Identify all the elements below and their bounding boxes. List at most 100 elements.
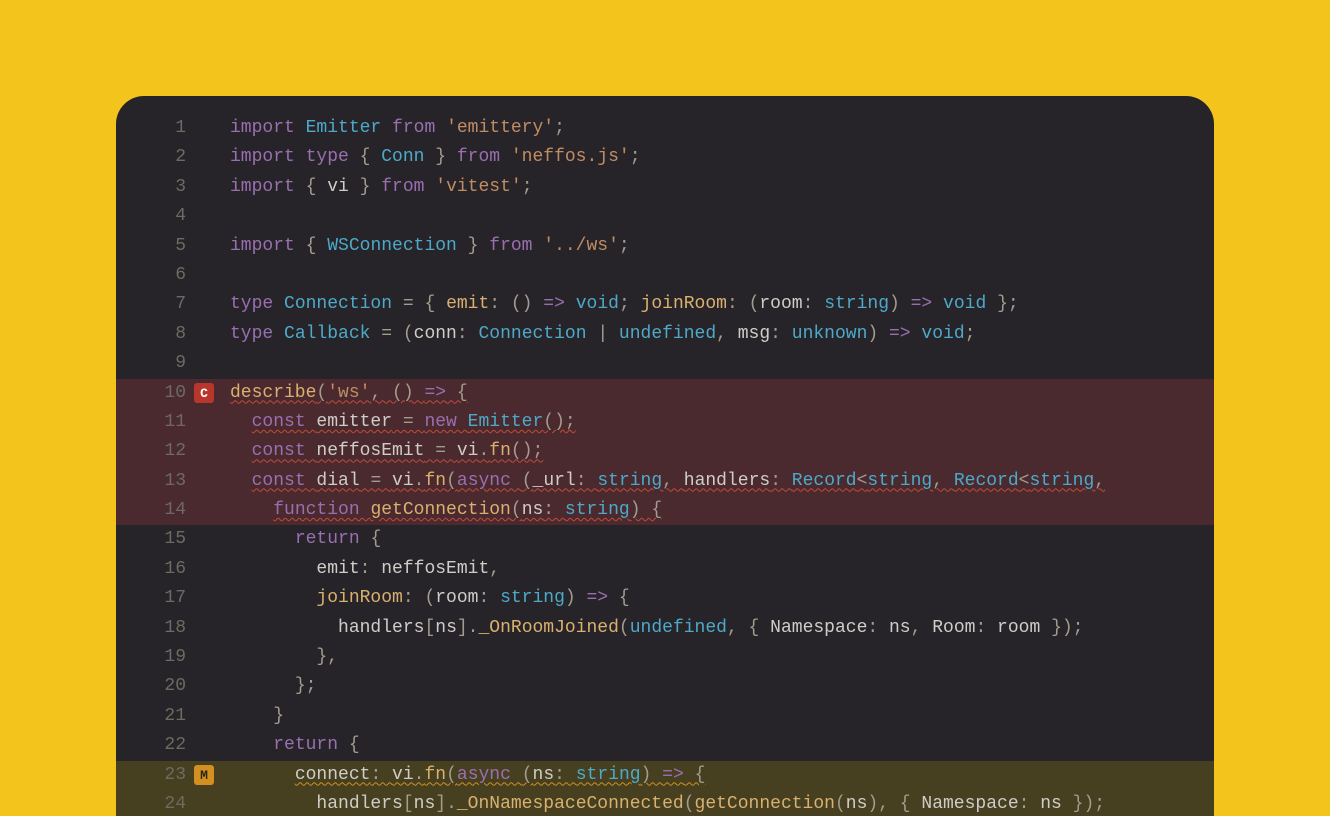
code-line[interactable]: 20 }; bbox=[116, 672, 1214, 701]
line-number: 5 bbox=[116, 232, 194, 261]
code-line[interactable]: 18 handlers[ns]._OnRoomJoined(undefined,… bbox=[116, 614, 1214, 643]
token: , bbox=[716, 324, 738, 344]
token: ( bbox=[316, 383, 327, 403]
code-content[interactable]: import type { Conn } from 'neffos.js'; bbox=[230, 143, 641, 172]
token: Emitter bbox=[468, 412, 544, 432]
token: ( bbox=[522, 765, 533, 785]
token: < bbox=[1019, 471, 1030, 491]
token: : bbox=[457, 324, 479, 344]
code-line[interactable]: 14 function getConnection(ns: string) { bbox=[116, 496, 1214, 525]
code-content[interactable]: import Emitter from 'emittery'; bbox=[230, 114, 565, 143]
code-content[interactable]: import { vi } from 'vitest'; bbox=[230, 173, 533, 202]
line-number: 23 bbox=[116, 761, 194, 790]
code-line[interactable]: 21 } bbox=[116, 702, 1214, 731]
code-line[interactable]: 7type Connection = { emit: () => void; j… bbox=[116, 290, 1214, 319]
code-content[interactable]: joinRoom: (room: string) => { bbox=[230, 584, 630, 613]
code-line[interactable]: 5 import { WSConnection } from '../ws'; bbox=[116, 232, 1214, 261]
code-line[interactable]: 6 bbox=[116, 261, 1214, 290]
token: msg bbox=[738, 324, 770, 344]
token: function bbox=[273, 500, 370, 520]
code-line[interactable]: 8type Callback = (conn: Connection | und… bbox=[116, 320, 1214, 349]
code-content[interactable]: type Callback = (conn: Connection | unde… bbox=[230, 320, 975, 349]
token: Connection bbox=[478, 324, 586, 344]
code-content[interactable]: return { bbox=[230, 731, 360, 760]
code-content[interactable]: const emitter = new Emitter(); bbox=[230, 408, 576, 437]
token: => bbox=[889, 324, 911, 344]
token: const bbox=[252, 412, 317, 432]
code-content[interactable]: handlers[ns]._OnNamespaceConnected(getCo… bbox=[230, 790, 1105, 816]
code-line[interactable]: 2 import type { Conn } from 'neffos.js'; bbox=[116, 143, 1214, 172]
code-line[interactable]: 4 bbox=[116, 202, 1214, 231]
line-number: 4 bbox=[116, 202, 194, 231]
code-content[interactable]: const dial = vi.fn(async (_url: string, … bbox=[230, 467, 1105, 496]
code-content[interactable]: handlers[ns]._OnRoomJoined(undefined, { … bbox=[230, 614, 1083, 643]
token: vi bbox=[327, 177, 349, 197]
token: 'neffos.js' bbox=[511, 147, 630, 167]
token: void bbox=[921, 324, 964, 344]
code-content[interactable]: emit: neffosEmit, bbox=[230, 555, 500, 584]
token bbox=[911, 324, 922, 344]
code-editor[interactable]: 1import Emitter from 'emittery';2 import … bbox=[116, 96, 1214, 816]
code-line[interactable]: 3import { vi } from 'vitest'; bbox=[116, 173, 1214, 202]
line-number: 13 bbox=[116, 467, 194, 496]
code-line[interactable]: 1import Emitter from 'emittery'; bbox=[116, 114, 1214, 143]
token: = ( bbox=[370, 324, 413, 344]
modified-marker-icon[interactable]: M bbox=[194, 765, 214, 785]
token: => bbox=[543, 294, 565, 314]
token bbox=[932, 294, 943, 314]
token: => bbox=[911, 294, 933, 314]
code-content[interactable]: }, bbox=[230, 643, 338, 672]
token: , bbox=[932, 471, 954, 491]
code-content[interactable]: }; bbox=[230, 672, 316, 701]
code-line[interactable]: 16 emit: neffosEmit, bbox=[116, 555, 1214, 584]
code-line[interactable]: 22 return { bbox=[116, 731, 1214, 760]
line-number: 2 bbox=[116, 143, 194, 172]
token: from bbox=[489, 236, 543, 256]
code-content[interactable]: const neffosEmit = vi.fn(); bbox=[230, 437, 543, 466]
token: vi bbox=[457, 441, 479, 461]
token: ; bbox=[965, 324, 976, 344]
code-content[interactable]: describe('ws', () => { bbox=[230, 379, 468, 408]
token: } bbox=[457, 236, 489, 256]
code-content[interactable]: connect: vi.fn(async (ns: string) => { bbox=[230, 761, 705, 790]
code-content[interactable]: import { WSConnection } from '../ws'; bbox=[230, 232, 630, 261]
code-content[interactable]: function getConnection(ns: string) { bbox=[230, 496, 662, 525]
code-content[interactable]: return { bbox=[230, 525, 381, 554]
code-line[interactable]: 11 const emitter = new Emitter(); bbox=[116, 408, 1214, 437]
code-line[interactable]: 9 bbox=[116, 349, 1214, 378]
token: _OnRoomJoined bbox=[478, 618, 618, 638]
token: ) bbox=[867, 324, 889, 344]
token: joinRoom bbox=[641, 294, 727, 314]
line-number: 18 bbox=[116, 614, 194, 643]
token: => bbox=[424, 383, 446, 403]
page-frame: 1import Emitter from 'emittery';2 import … bbox=[0, 0, 1330, 816]
token: room bbox=[759, 294, 802, 314]
code-line[interactable]: 12 const neffosEmit = vi.fn(); bbox=[116, 437, 1214, 466]
token: fn bbox=[424, 471, 446, 491]
code-line[interactable]: 19 }, bbox=[116, 643, 1214, 672]
token: string bbox=[597, 471, 662, 491]
token: => bbox=[587, 588, 609, 608]
token: Namespace bbox=[770, 618, 867, 638]
code-line[interactable]: 13 const dial = vi.fn(async (_url: strin… bbox=[116, 467, 1214, 496]
line-number: 14 bbox=[116, 496, 194, 525]
token: ( bbox=[619, 618, 630, 638]
code-content[interactable]: type Connection = { emit: () => void; jo… bbox=[230, 290, 1019, 319]
conflict-marker-icon[interactable]: C bbox=[194, 383, 214, 403]
code-line[interactable]: 17 joinRoom: (room: string) => { bbox=[116, 584, 1214, 613]
token: Emitter bbox=[306, 118, 382, 138]
token: ( bbox=[522, 471, 533, 491]
code-line[interactable]: 10Cdescribe('ws', () => { bbox=[116, 379, 1214, 408]
token: : bbox=[360, 559, 382, 579]
code-line[interactable]: 15 return { bbox=[116, 525, 1214, 554]
code-line[interactable]: 24 handlers[ns]._OnNamespaceConnected(ge… bbox=[116, 790, 1214, 816]
code-content[interactable]: } bbox=[230, 702, 284, 731]
token: handlers bbox=[338, 618, 424, 638]
token: from bbox=[457, 147, 511, 167]
token: ) bbox=[889, 294, 911, 314]
code-line[interactable]: 23M connect: vi.fn(async (ns: string) =>… bbox=[116, 761, 1214, 790]
token: = bbox=[424, 441, 456, 461]
token: Record bbox=[954, 471, 1019, 491]
token: (); bbox=[511, 441, 543, 461]
token: . bbox=[414, 765, 425, 785]
